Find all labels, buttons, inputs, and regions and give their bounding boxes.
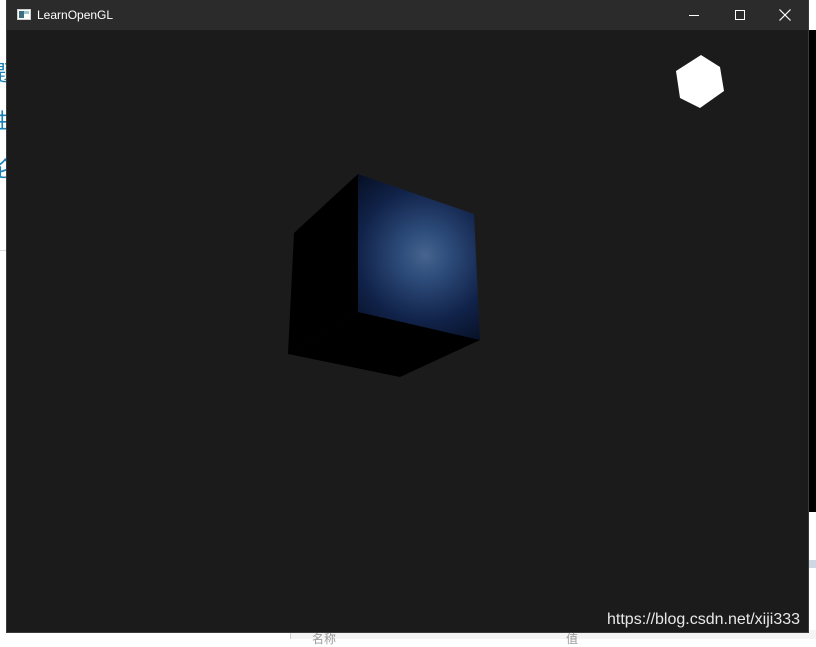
render-scene <box>288 55 724 377</box>
window-title: LearnOpenGL <box>37 8 114 22</box>
title-bar[interactable]: LearnOpenGL <box>7 0 808 30</box>
background-right-panel <box>808 30 816 512</box>
background-right-strip <box>808 560 816 568</box>
opengl-viewport[interactable] <box>7 30 808 632</box>
close-icon <box>779 9 791 21</box>
minimize-icon <box>689 15 699 16</box>
light-source-cube <box>676 55 724 108</box>
cube-lit-face <box>358 174 480 340</box>
csdn-watermark: https://blog.csdn.net/xiji333 <box>607 611 801 628</box>
maximize-icon <box>735 10 745 20</box>
learnopengl-window: LearnOpenGL <box>7 0 808 632</box>
maximize-button[interactable] <box>717 0 763 30</box>
close-button[interactable] <box>762 0 808 30</box>
minimize-button[interactable] <box>671 0 717 30</box>
app-icon <box>17 9 31 20</box>
